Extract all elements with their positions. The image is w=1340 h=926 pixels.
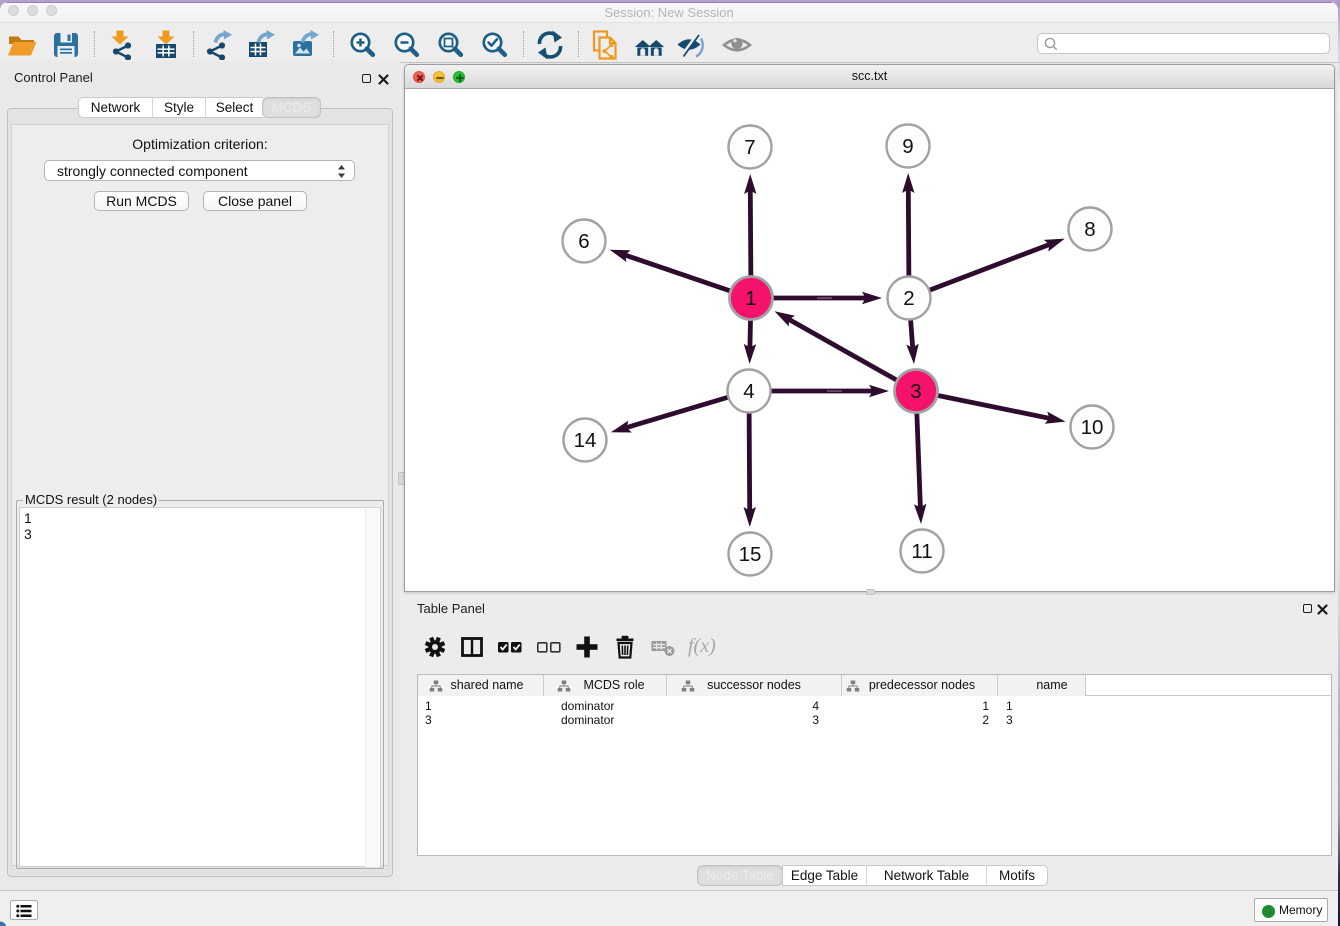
svg-text:3: 3 <box>910 380 921 403</box>
svg-text:1: 1 <box>745 287 756 310</box>
svg-text:6: 6 <box>578 230 589 253</box>
svg-text:7: 7 <box>744 136 755 159</box>
svg-text:10: 10 <box>1081 416 1104 439</box>
svg-text:2: 2 <box>903 287 914 310</box>
svg-text:8: 8 <box>1084 218 1095 241</box>
svg-text:15: 15 <box>739 543 762 566</box>
svg-text:9: 9 <box>902 135 913 158</box>
svg-text:4: 4 <box>743 380 754 403</box>
svg-text:14: 14 <box>574 429 597 452</box>
svg-text:11: 11 <box>911 540 932 563</box>
